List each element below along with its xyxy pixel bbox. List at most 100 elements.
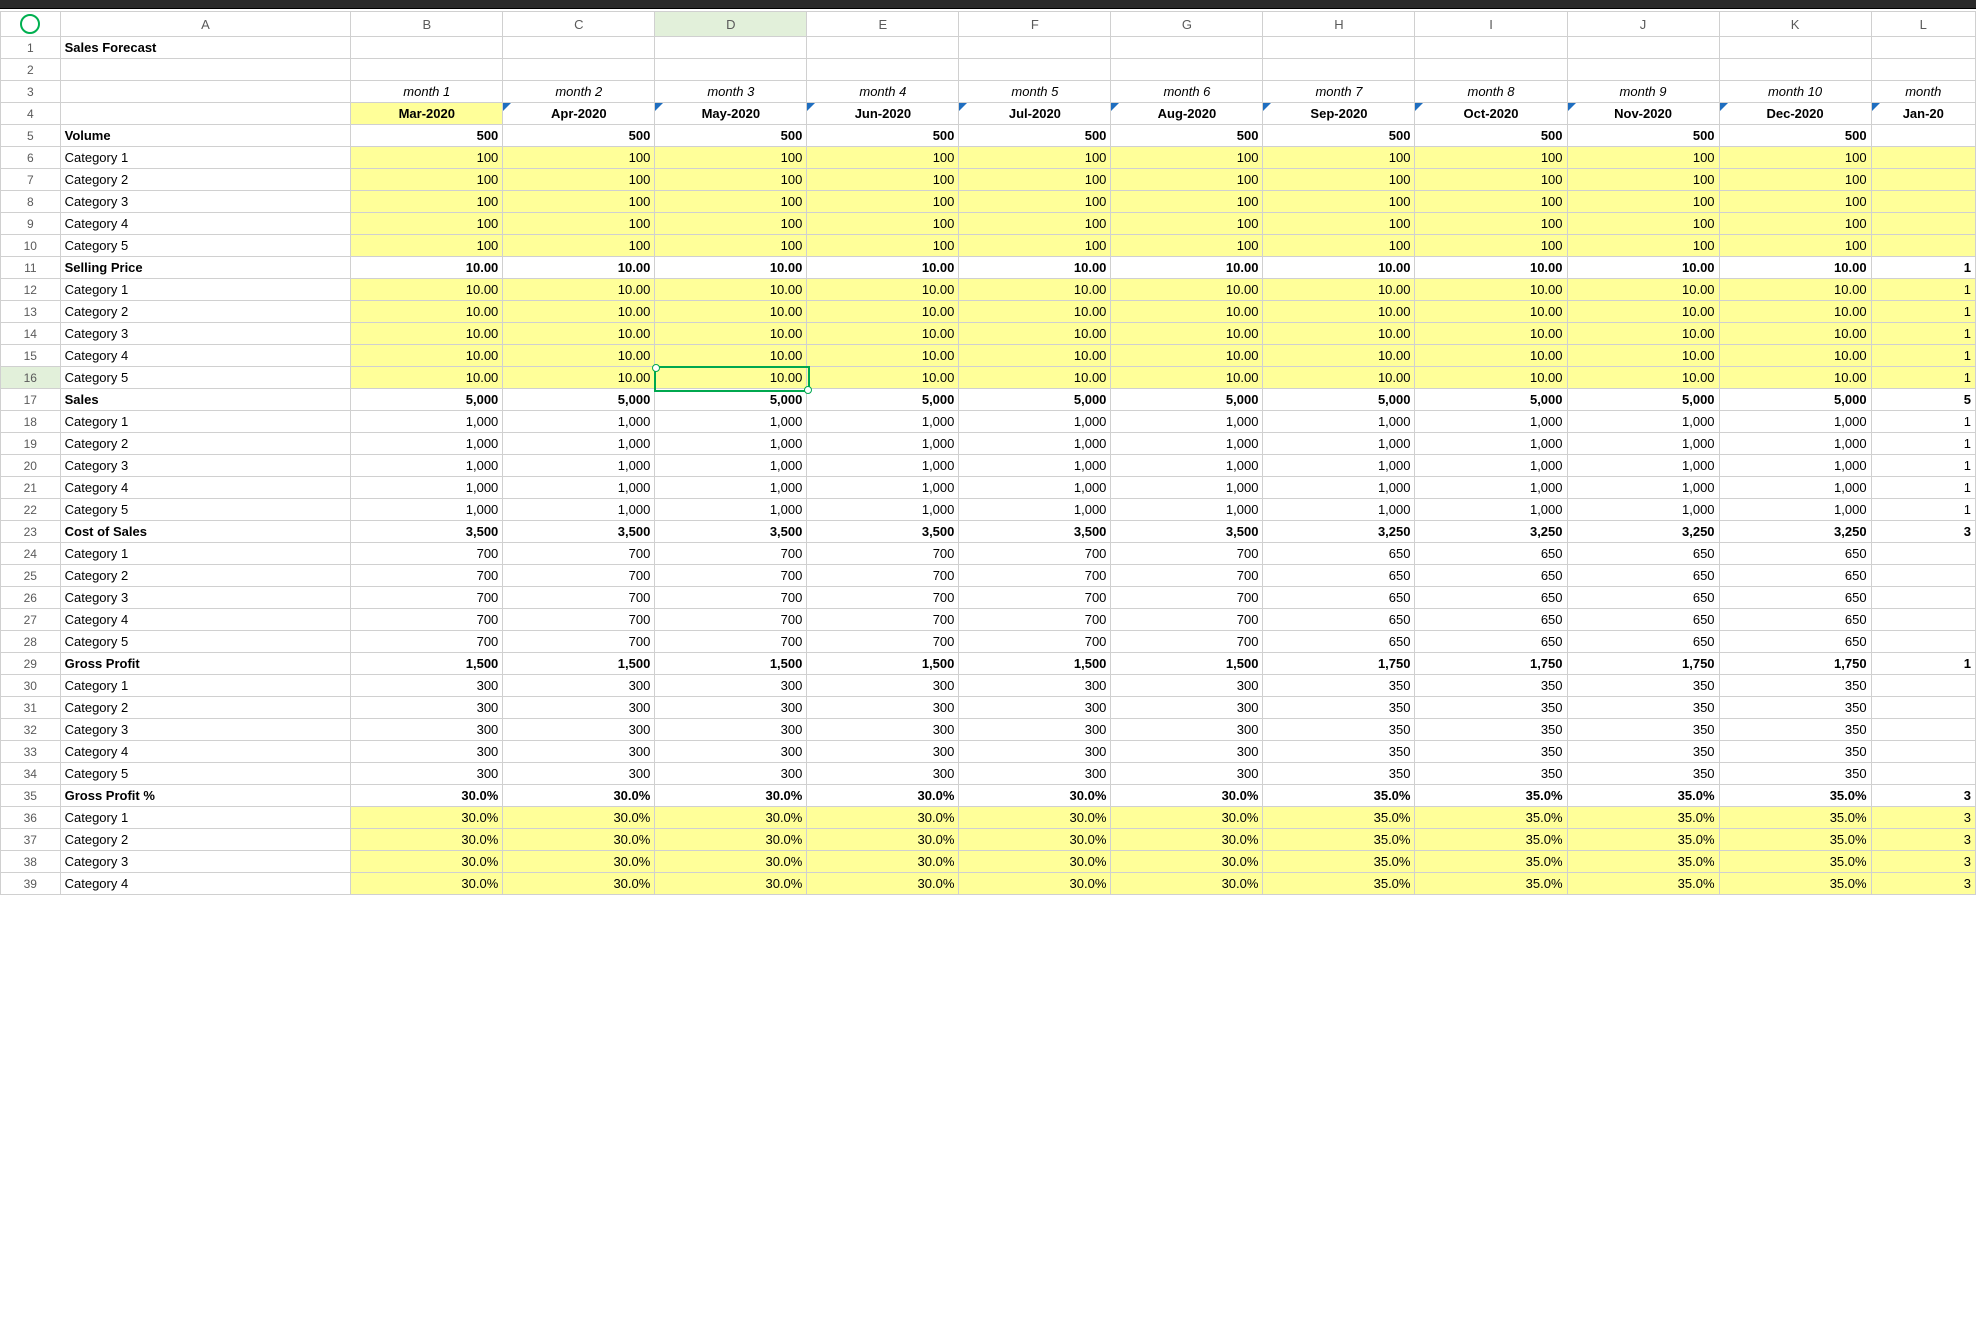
cell[interactable]: 350 [1263, 719, 1415, 741]
cell[interactable]: 100 [1415, 213, 1567, 235]
row-header[interactable]: 5 [1, 125, 61, 147]
cell[interactable]: 650 [1567, 543, 1719, 565]
cell[interactable]: 1 [1871, 477, 1975, 499]
cell[interactable]: 1 [1871, 499, 1975, 521]
cell[interactable]: Category 5 [60, 235, 351, 257]
cell[interactable]: 1,750 [1263, 653, 1415, 675]
cell[interactable]: Category 3 [60, 191, 351, 213]
row-header[interactable]: 19 [1, 433, 61, 455]
cell[interactable]: 700 [807, 609, 959, 631]
cell[interactable]: 350 [1415, 741, 1567, 763]
cell[interactable]: month 7 [1263, 81, 1415, 103]
cell[interactable]: 10.00 [1567, 301, 1719, 323]
cell[interactable]: 30.0% [959, 807, 1111, 829]
cell[interactable]: 100 [1719, 147, 1871, 169]
cell[interactable]: 100 [1263, 191, 1415, 213]
cell[interactable]: 300 [959, 719, 1111, 741]
cell[interactable]: 100 [655, 169, 807, 191]
cell[interactable]: 1,000 [1415, 411, 1567, 433]
cell[interactable]: 100 [655, 235, 807, 257]
cell[interactable] [60, 103, 351, 125]
cell[interactable]: 1 [1871, 323, 1975, 345]
row-header[interactable]: 13 [1, 301, 61, 323]
cell[interactable]: 700 [1111, 609, 1263, 631]
cell[interactable]: 100 [1415, 169, 1567, 191]
cell[interactable]: Category 3 [60, 587, 351, 609]
cell[interactable]: 100 [655, 191, 807, 213]
cell[interactable] [1871, 565, 1975, 587]
cell[interactable]: 1 [1871, 367, 1975, 389]
cell[interactable]: 30.0% [503, 829, 655, 851]
cell[interactable] [1263, 59, 1415, 81]
cell[interactable]: Mar-2020 [351, 103, 503, 125]
cell[interactable]: 300 [959, 741, 1111, 763]
cell[interactable] [959, 59, 1111, 81]
cell[interactable]: 1,000 [351, 433, 503, 455]
cell[interactable]: 10.00 [807, 345, 959, 367]
cell[interactable]: 10.00 [351, 367, 503, 389]
cell[interactable]: 10.00 [1111, 301, 1263, 323]
cell[interactable]: 1,000 [1415, 455, 1567, 477]
cell[interactable] [655, 59, 807, 81]
cell[interactable]: 5,000 [1719, 389, 1871, 411]
cell[interactable]: 30.0% [655, 785, 807, 807]
cell[interactable]: Category 2 [60, 169, 351, 191]
cell[interactable]: 500 [503, 125, 655, 147]
cell[interactable]: 650 [1263, 543, 1415, 565]
cell[interactable]: Category 5 [60, 763, 351, 785]
cell[interactable]: 350 [1567, 763, 1719, 785]
cell[interactable]: 300 [503, 763, 655, 785]
cell[interactable]: 10.00 [807, 323, 959, 345]
cell[interactable]: 3 [1871, 521, 1975, 543]
cell[interactable]: 350 [1415, 697, 1567, 719]
cell[interactable]: month 4 [807, 81, 959, 103]
row-header[interactable]: 36 [1, 807, 61, 829]
cell[interactable]: 1,000 [503, 433, 655, 455]
cell[interactable]: 10.00 [503, 257, 655, 279]
cell[interactable]: 1,000 [1263, 433, 1415, 455]
cell[interactable]: 650 [1719, 609, 1871, 631]
cell[interactable]: 10.00 [959, 301, 1111, 323]
cell[interactable]: 10.00 [1415, 345, 1567, 367]
cell[interactable]: 100 [959, 213, 1111, 235]
spreadsheet-grid[interactable]: ABCDEFGHIJKL 1Sales Forecast23month 1mon… [0, 11, 1976, 895]
cell[interactable]: 10.00 [503, 367, 655, 389]
cell[interactable]: 1,750 [1719, 653, 1871, 675]
cell[interactable] [60, 81, 351, 103]
cell[interactable]: 350 [1719, 719, 1871, 741]
row-header[interactable]: 17 [1, 389, 61, 411]
cell[interactable]: 300 [959, 675, 1111, 697]
cell[interactable]: 300 [655, 741, 807, 763]
cell[interactable]: 300 [351, 741, 503, 763]
cell[interactable]: 30.0% [1111, 785, 1263, 807]
select-all-corner[interactable] [1, 12, 61, 37]
cell[interactable] [1567, 37, 1719, 59]
cell[interactable] [1263, 37, 1415, 59]
cell[interactable]: 35.0% [1415, 873, 1567, 895]
cell[interactable]: 100 [1719, 169, 1871, 191]
cell[interactable]: 1 [1871, 301, 1975, 323]
cell[interactable]: 10.00 [503, 279, 655, 301]
cell[interactable]: 1,000 [959, 477, 1111, 499]
cell[interactable]: 500 [807, 125, 959, 147]
cell[interactable]: 500 [1263, 125, 1415, 147]
cell[interactable]: 100 [959, 235, 1111, 257]
cell[interactable]: 1,000 [503, 455, 655, 477]
cell[interactable] [1871, 125, 1975, 147]
cell[interactable]: 300 [1111, 675, 1263, 697]
cell[interactable]: 300 [503, 719, 655, 741]
column-header-C[interactable]: C [503, 12, 655, 37]
cell[interactable]: 100 [959, 147, 1111, 169]
cell[interactable]: 1,000 [1415, 477, 1567, 499]
cell[interactable]: 650 [1719, 587, 1871, 609]
cell[interactable]: 350 [1567, 719, 1719, 741]
cell[interactable]: Category 2 [60, 829, 351, 851]
cell[interactable]: 1,000 [1719, 455, 1871, 477]
cell[interactable]: 10.00 [1263, 301, 1415, 323]
cell[interactable]: 35.0% [1415, 807, 1567, 829]
cell[interactable]: 35.0% [1719, 873, 1871, 895]
cell[interactable]: 100 [351, 213, 503, 235]
cell[interactable]: 100 [1263, 235, 1415, 257]
cell[interactable]: Category 4 [60, 213, 351, 235]
cell[interactable]: 35.0% [1263, 873, 1415, 895]
